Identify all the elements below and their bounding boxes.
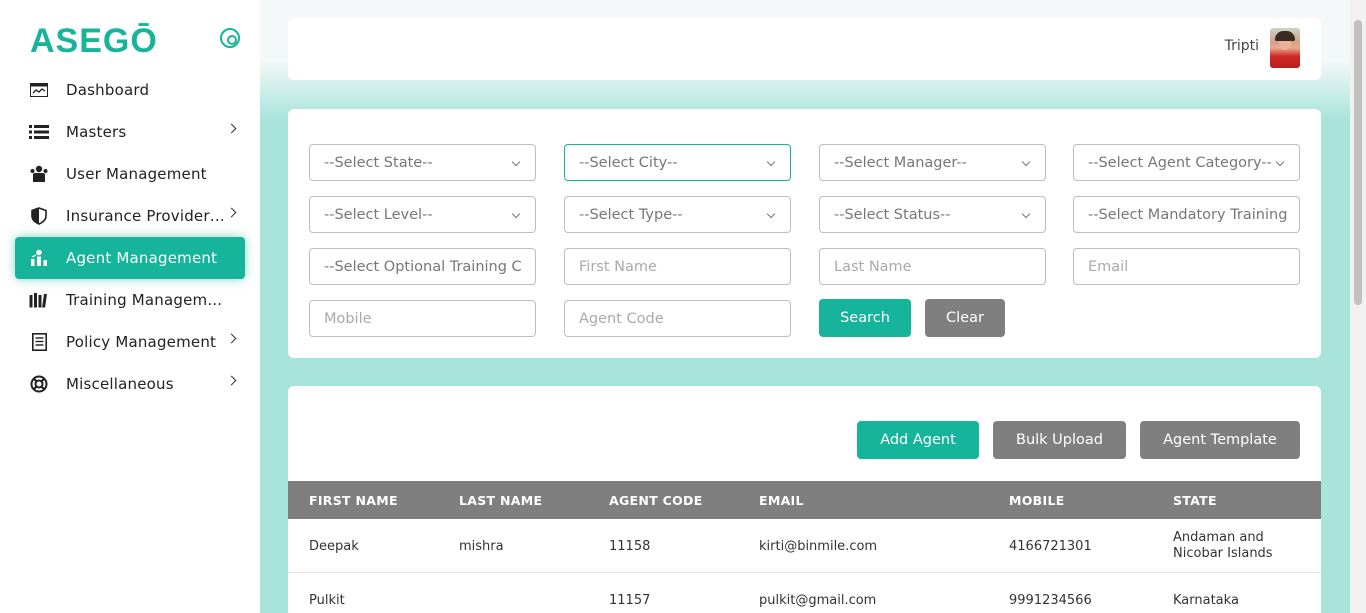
manager-select[interactable]: --Select Manager--	[819, 144, 1046, 181]
sidebar-toggle-icon[interactable]	[220, 28, 240, 48]
cell-state: Andaman and Nicobar Islands	[1173, 530, 1273, 561]
cell-agent-code: 11157	[609, 593, 651, 608]
sidebar-item-policy-management[interactable]: Policy Management	[15, 321, 245, 363]
mandatory-training-select-value: --Select Mandatory Training	[1088, 206, 1288, 223]
email-input[interactable]: Email	[1073, 248, 1300, 285]
filter-panel: --Select State-- --Select City-- --Selec…	[288, 109, 1321, 358]
shield-icon	[29, 206, 49, 226]
cell-state: Karnataka	[1173, 593, 1239, 608]
agent-template-button[interactable]: Agent Template	[1140, 421, 1300, 459]
cell-email: kirti@binmile.com	[759, 539, 878, 554]
optional-training-select-value: --Select Optional Training C	[324, 258, 522, 275]
sidebar-item-label: Dashboard	[66, 81, 150, 99]
cell-first-name: Deepak	[309, 539, 359, 554]
add-agent-button[interactable]: Add Agent	[857, 421, 979, 459]
app-logo[interactable]: ASEGŌ	[30, 22, 158, 61]
optional-training-select[interactable]: --Select Optional Training C	[309, 248, 536, 285]
sidebar-item-label: Insurance Provider ...	[66, 207, 228, 225]
sidebar-item-insurance-provider[interactable]: Insurance Provider ...	[15, 195, 245, 237]
user-name[interactable]: Tripti	[1225, 38, 1259, 54]
city-select-value: --Select City--	[579, 154, 678, 171]
chevron-down-icon	[511, 157, 521, 167]
list-icon	[29, 122, 49, 142]
sidebar-item-label: User Management	[66, 165, 207, 183]
clear-button[interactable]: Clear	[925, 299, 1005, 337]
column-header-email[interactable]: EMAIL	[759, 493, 804, 508]
table-row[interactable]: Pulkit 11157 pulkit@gmail.com 9991234566…	[288, 573, 1321, 613]
last-name-placeholder: Last Name	[834, 258, 912, 275]
cell-first-name: Pulkit	[309, 593, 345, 608]
chevron-down-icon	[1021, 157, 1031, 167]
chevron-right-icon	[226, 123, 237, 134]
agent-category-select[interactable]: --Select Agent Category--	[1073, 144, 1300, 181]
column-header-state[interactable]: STATE	[1173, 493, 1217, 508]
sidebar-item-label: Agent Management	[66, 249, 218, 267]
avatar[interactable]	[1270, 28, 1300, 68]
chevron-down-icon	[511, 209, 521, 219]
level-select-value: --Select Level--	[324, 206, 433, 223]
first-name-input[interactable]: First Name	[564, 248, 791, 285]
email-placeholder: Email	[1088, 258, 1129, 275]
mobile-placeholder: Mobile	[324, 310, 372, 327]
bulk-upload-button[interactable]: Bulk Upload	[993, 421, 1126, 459]
scrollbar-thumb[interactable]	[1354, 20, 1362, 305]
sidebar-item-user-management[interactable]: User Management	[15, 153, 245, 195]
state-select[interactable]: --Select State--	[309, 144, 536, 181]
sidebar: ASEGŌ Dashboard Masters User Management …	[0, 0, 260, 613]
agent-code-input[interactable]: Agent Code	[564, 300, 791, 337]
manager-select-value: --Select Manager--	[834, 154, 967, 171]
sidebar-item-masters[interactable]: Masters	[15, 111, 245, 153]
state-select-value: --Select State--	[324, 154, 433, 171]
mobile-input[interactable]: Mobile	[309, 300, 536, 337]
table-row[interactable]: Deepak mishra 11158 kirti@binmile.com 41…	[288, 519, 1321, 573]
sidebar-item-label: Training Managem...	[66, 291, 223, 309]
sidebar-item-training-management[interactable]: Training Managem...	[15, 279, 245, 321]
agent-category-select-value: --Select Agent Category--	[1088, 154, 1272, 171]
last-name-input[interactable]: Last Name	[819, 248, 1046, 285]
agent-icon	[29, 248, 49, 268]
cell-mobile: 9991234566	[1009, 593, 1092, 608]
cell-agent-code: 11158	[609, 539, 651, 554]
status-select[interactable]: --Select Status--	[819, 196, 1046, 233]
column-header-mobile[interactable]: MOBILE	[1009, 493, 1065, 508]
chevron-down-icon	[766, 209, 776, 219]
type-select-value: --Select Type--	[579, 206, 683, 223]
type-select[interactable]: --Select Type--	[564, 196, 791, 233]
main-content: Tripti --Select State-- --Select City-- …	[260, 0, 1350, 613]
books-icon	[29, 290, 49, 310]
dashboard-icon	[29, 80, 49, 100]
sidebar-item-miscellaneous[interactable]: Miscellaneous	[15, 363, 245, 405]
city-select[interactable]: --Select City--	[564, 144, 791, 181]
lifebuoy-icon	[29, 374, 49, 394]
chevron-down-icon	[1275, 157, 1285, 167]
chevron-right-icon	[226, 207, 237, 218]
chevron-right-icon	[226, 375, 237, 386]
vertical-scrollbar[interactable]	[1350, 0, 1366, 613]
cell-mobile: 4166721301	[1009, 539, 1092, 554]
column-header-first-name[interactable]: FIRST NAME	[309, 493, 398, 508]
chevron-down-icon	[1021, 209, 1031, 219]
first-name-placeholder: First Name	[579, 258, 657, 275]
column-header-agent-code[interactable]: AGENT CODE	[609, 493, 703, 508]
users-icon	[29, 164, 49, 184]
agent-list-panel: Add Agent Bulk Upload Agent Template FIR…	[288, 386, 1321, 613]
column-header-last-name[interactable]: LAST NAME	[459, 493, 542, 508]
top-header: Tripti	[288, 18, 1321, 80]
agent-code-placeholder: Agent Code	[579, 310, 664, 327]
chevron-right-icon	[226, 333, 237, 344]
status-select-value: --Select Status--	[834, 206, 951, 223]
search-button[interactable]: Search	[819, 299, 911, 337]
sidebar-item-dashboard[interactable]: Dashboard	[15, 69, 245, 111]
document-icon	[29, 332, 49, 352]
table-header: FIRST NAME LAST NAME AGENT CODE EMAIL MO…	[288, 481, 1321, 519]
cell-last-name: mishra	[459, 539, 504, 554]
sidebar-item-agent-management[interactable]: Agent Management	[15, 237, 245, 279]
mandatory-training-select[interactable]: --Select Mandatory Training	[1073, 196, 1300, 233]
level-select[interactable]: --Select Level--	[309, 196, 536, 233]
sidebar-item-label: Policy Management	[66, 333, 217, 351]
sidebar-item-label: Masters	[66, 123, 127, 141]
chevron-down-icon	[766, 157, 776, 167]
sidebar-item-label: Miscellaneous	[66, 375, 174, 393]
cell-email: pulkit@gmail.com	[759, 593, 877, 608]
